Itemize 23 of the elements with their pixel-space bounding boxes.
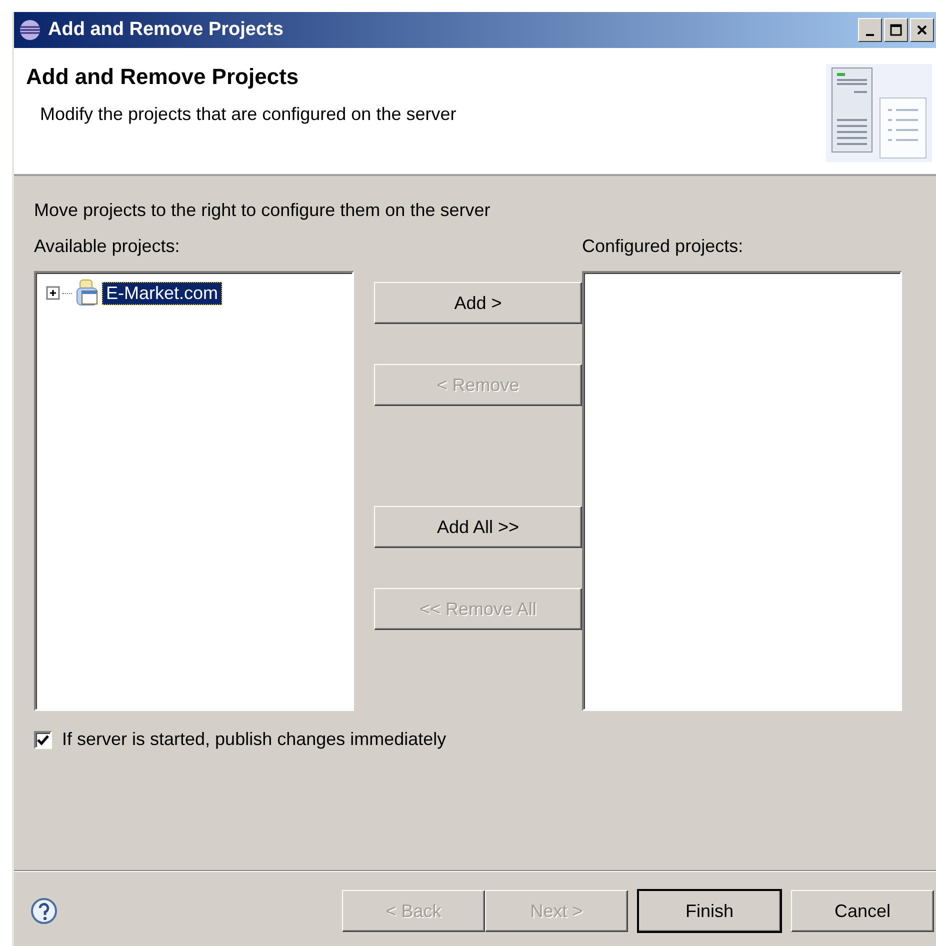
maximize-icon xyxy=(889,23,903,37)
maximize-button[interactable] xyxy=(884,18,908,42)
move-button[interactable]: Add > xyxy=(374,282,582,324)
window-title: Add and Remove Projects xyxy=(48,19,284,41)
page-title: Add and Remove Projects xyxy=(26,64,300,90)
list-box[interactable]: E-Market.com xyxy=(34,271,354,711)
app-icon xyxy=(18,18,42,42)
close-icon xyxy=(915,23,929,37)
help-icon[interactable] xyxy=(30,897,58,925)
page-description: Modify the projects that are configured on the server xyxy=(40,104,456,125)
footer-button[interactable]: Cancel xyxy=(791,890,934,932)
tree-item[interactable]: E-Market.com xyxy=(102,282,222,304)
minimize-icon xyxy=(866,34,874,36)
publish-checkbox[interactable] xyxy=(34,730,52,748)
list-label: Configured projects: xyxy=(582,236,744,258)
minimize-button[interactable] xyxy=(858,18,882,42)
move-button[interactable]: Add All >> xyxy=(374,506,582,548)
checkbox-label: If server is started, publish changes immediately xyxy=(62,729,446,750)
list-label: Available projects: xyxy=(34,236,181,258)
expand-icon[interactable] xyxy=(46,286,60,300)
footer-button[interactable]: Finish xyxy=(638,890,781,932)
instruction-text: Move projects to the right to configure them on the server xyxy=(34,200,492,222)
close-button[interactable] xyxy=(910,18,934,42)
